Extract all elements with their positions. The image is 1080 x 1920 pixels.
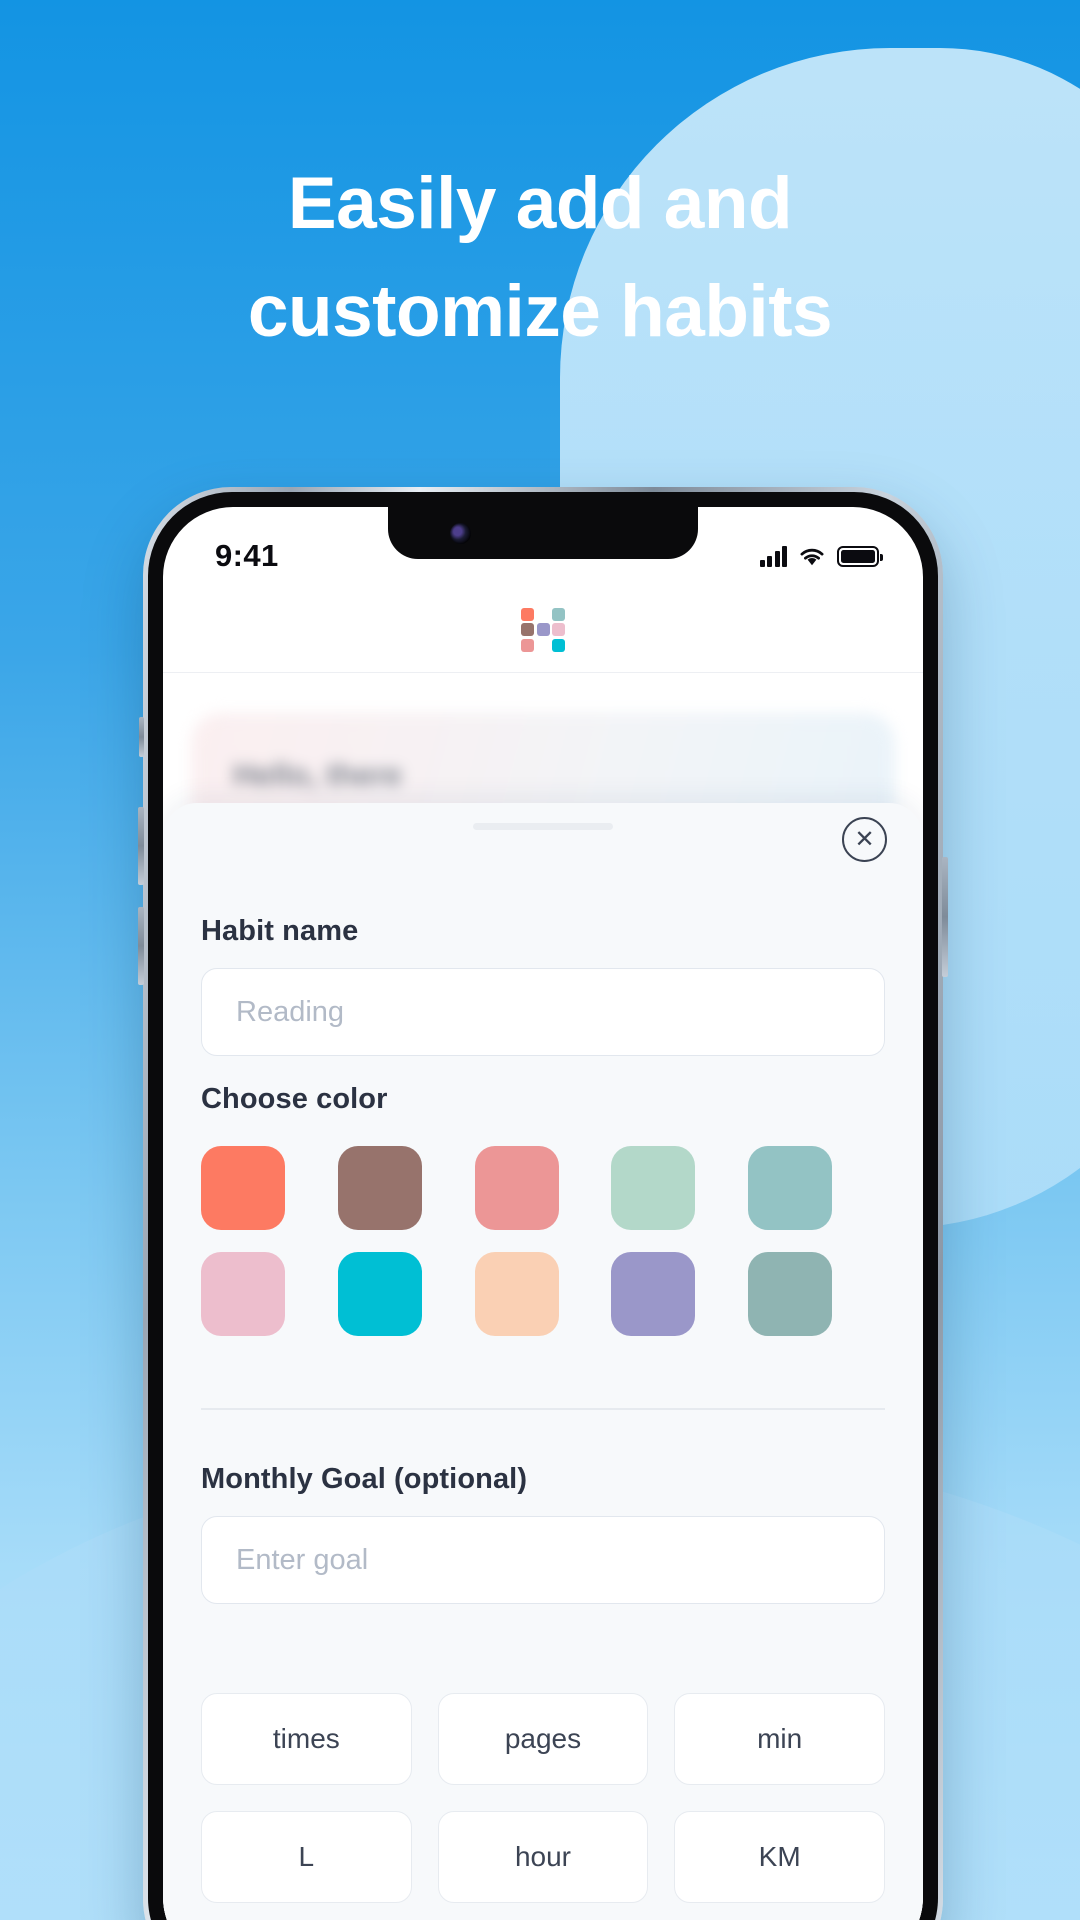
unit-button-min[interactable]: min	[674, 1693, 885, 1785]
silent-switch[interactable]	[139, 717, 144, 757]
front-camera	[450, 523, 471, 544]
habit-name-input[interactable]	[201, 968, 885, 1056]
logo-cell-2	[552, 607, 565, 621]
color-swatch-7[interactable]	[474, 1252, 559, 1336]
section-divider	[201, 1408, 885, 1410]
promo-stage: Easily add and customize habits 9:41 Hel…	[0, 0, 1080, 1920]
wifi-icon	[800, 548, 824, 565]
volume-up-button[interactable]	[138, 807, 144, 885]
color-swatch-8[interactable]	[611, 1252, 696, 1336]
greeting-text: Hello, there	[233, 757, 402, 792]
promo-headline: Easily add and customize habits	[0, 150, 1080, 366]
choose-color-section: Choose color	[201, 1083, 885, 1336]
color-swatch-grid	[201, 1146, 885, 1336]
status-bar-indicators	[759, 545, 883, 567]
headline-line-2: customize habits	[247, 271, 833, 353]
close-icon[interactable]: ✕	[842, 817, 887, 862]
logo-cell-6	[521, 638, 534, 652]
unit-button-l[interactable]: L	[201, 1811, 412, 1903]
sheet-drag-handle[interactable]	[473, 823, 613, 830]
monthly-goal-section: Monthly Goal (optional)	[201, 1463, 885, 1604]
unit-button-hour[interactable]: hour	[437, 1811, 649, 1903]
color-swatch-9[interactable]	[748, 1252, 833, 1336]
status-bar-time: 9:41	[215, 538, 279, 573]
power-button[interactable]	[942, 857, 948, 977]
logo-cell-7	[537, 639, 550, 652]
app-header	[163, 587, 923, 673]
logo-cell-5	[552, 623, 565, 636]
battery-full-icon	[837, 545, 883, 567]
habit-name-label: Habit name	[201, 915, 359, 947]
monthly-goal-input[interactable]	[201, 1516, 885, 1604]
unit-button-pages[interactable]: pages	[437, 1693, 649, 1785]
color-swatch-6[interactable]	[337, 1252, 422, 1336]
color-swatch-0[interactable]	[201, 1146, 285, 1230]
habit-logo-icon	[521, 607, 565, 652]
logo-cell-3	[521, 623, 534, 636]
color-swatch-3[interactable]	[611, 1146, 696, 1230]
unit-button-km[interactable]: KM	[674, 1811, 885, 1903]
habit-name-section: Habit name	[201, 915, 885, 1056]
phone-frame: 9:41 Hello, there ✕ Habit name Reading C…	[138, 487, 948, 1920]
signal-bars-icon	[759, 545, 787, 567]
headline-line-1: Easily add and	[287, 163, 793, 244]
unit-button-grid: times pages min Lhour KM	[201, 1693, 885, 1903]
color-swatch-1[interactable]	[337, 1146, 422, 1230]
monthly-goal-label: Monthly Goal (optional)	[201, 1463, 528, 1495]
logo-cell-8	[552, 638, 565, 652]
phone-screen: 9:41 Hello, there ✕ Habit name Reading C…	[163, 507, 923, 1920]
phone-body: 9:41 Hello, there ✕ Habit name Reading C…	[148, 492, 938, 1920]
phone-notch	[388, 507, 698, 559]
phone-mockup: 9:41 Hello, there ✕ Habit name Reading C…	[138, 487, 948, 1920]
choose-color-label: Choose color	[201, 1083, 388, 1115]
volume-down-button[interactable]	[138, 907, 144, 985]
color-swatch-5[interactable]	[201, 1252, 285, 1336]
logo-cell-4	[536, 623, 550, 636]
logo-cell-1	[537, 608, 550, 621]
unit-button-times[interactable]: times	[201, 1693, 412, 1785]
logo-cell-0	[521, 607, 534, 621]
color-swatch-4[interactable]	[748, 1146, 833, 1230]
add-habit-sheet: ✕ Habit name Choose color Monthly Goal (…	[163, 803, 923, 1920]
color-swatch-2[interactable]	[474, 1146, 559, 1230]
